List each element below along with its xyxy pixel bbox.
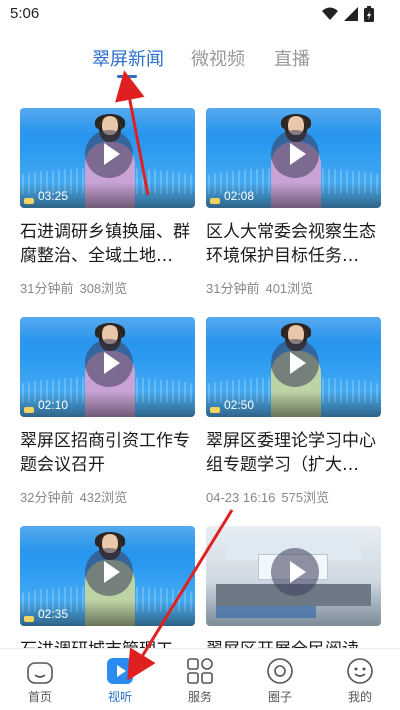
play-icon[interactable] (271, 548, 319, 596)
circle-icon (267, 658, 293, 684)
play-icon[interactable] (271, 339, 319, 387)
face-icon (347, 658, 373, 684)
video-views: 575浏览 (281, 490, 330, 505)
video-thumbnail: 02:08 (206, 108, 381, 208)
video-duration: 02:08 (224, 189, 255, 203)
nav-label-circle: 圈子 (267, 690, 292, 704)
video-thumbnail (206, 526, 381, 626)
video-time: 32分钟前 (20, 490, 74, 505)
video-time: 04-23 16:16 (206, 490, 276, 505)
video-duration: 02:50 (224, 398, 255, 412)
channel-logo-icon (24, 407, 34, 413)
nav-mine[interactable]: 我的 (330, 657, 390, 705)
status-bar: 5:06 (0, 0, 400, 30)
nav-home[interactable]: 首页 (10, 657, 70, 705)
video-time: 31分钟前 (206, 281, 260, 296)
battery-icon (364, 6, 374, 22)
video-views: 401浏览 (265, 281, 314, 296)
video-thumbnail: 02:50 (206, 317, 381, 417)
video-title[interactable]: 翠屏区开展全民阅读… (206, 638, 384, 648)
video-meta: 04-23 16:16 575浏览 (206, 487, 329, 506)
nav-label-mine: 我的 (347, 690, 372, 704)
video-duration: 02:10 (38, 398, 69, 412)
status-icons (322, 6, 374, 22)
video-title[interactable]: 翠屏区招商引资工作专题会议召开 (20, 429, 198, 477)
video-grid: 03:25 石进调研乡镇换届、群腐整治、全域土地… 31分钟前 308浏览 02:… (0, 108, 400, 648)
bottom-nav: 首页 视听 服务 圈子 我的 (0, 648, 400, 710)
wifi-icon (322, 7, 338, 20)
status-time: 5:06 (10, 5, 40, 22)
video-title[interactable]: 石进调研乡镇换届、群腐整治、全域土地… (20, 220, 198, 268)
nav-label-video: 视听 (107, 690, 132, 704)
video-thumbnail: 03:25 (20, 108, 195, 208)
channel-logo-icon (24, 198, 34, 204)
video-thumbnail: 02:35 (20, 526, 195, 626)
video-meta: 32分钟前 432浏览 (20, 487, 127, 506)
nav-video[interactable]: 视听 (90, 657, 150, 705)
video-meta: 31分钟前 401浏览 (206, 278, 313, 297)
play-icon[interactable] (85, 339, 133, 387)
grid-icon (187, 658, 213, 684)
video-meta: 31分钟前 308浏览 (20, 278, 127, 297)
home-icon (27, 662, 53, 684)
top-tabs: 翠屏新闻 微视频 直播 (0, 45, 400, 85)
video-title[interactable]: 翠屏区委理论学习中心组专题学习（扩大… (206, 429, 384, 477)
video-title[interactable]: 区人大常委会视察生态环境保护目标任务… (206, 220, 384, 268)
channel-logo-icon (24, 616, 34, 622)
nav-services[interactable]: 服务 (170, 657, 230, 705)
channel-logo-icon (210, 198, 220, 204)
channel-logo-icon (210, 407, 220, 413)
video-duration: 03:25 (38, 189, 69, 203)
video-thumbnail: 02:10 (20, 317, 195, 417)
tab-cuiping-news[interactable]: 翠屏新闻 (92, 45, 164, 71)
video-duration: 02:35 (38, 607, 69, 621)
video-time: 31分钟前 (20, 281, 74, 296)
play-icon[interactable] (271, 130, 319, 178)
nav-label-services: 服务 (187, 690, 212, 704)
play-icon[interactable] (85, 548, 133, 596)
signal-icon (344, 7, 358, 21)
tab-micro-video[interactable]: 微视频 (191, 45, 245, 71)
video-title[interactable]: 石进调研城市管理工… (20, 638, 198, 648)
tab-live[interactable]: 直播 (274, 45, 310, 71)
video-views: 432浏览 (79, 490, 128, 505)
active-tab-indicator (117, 75, 137, 78)
video-views: 308浏览 (79, 281, 128, 296)
play-icon (107, 658, 133, 684)
nav-label-home: 首页 (27, 690, 52, 704)
nav-circle[interactable]: 圈子 (250, 657, 310, 705)
play-icon[interactable] (85, 130, 133, 178)
